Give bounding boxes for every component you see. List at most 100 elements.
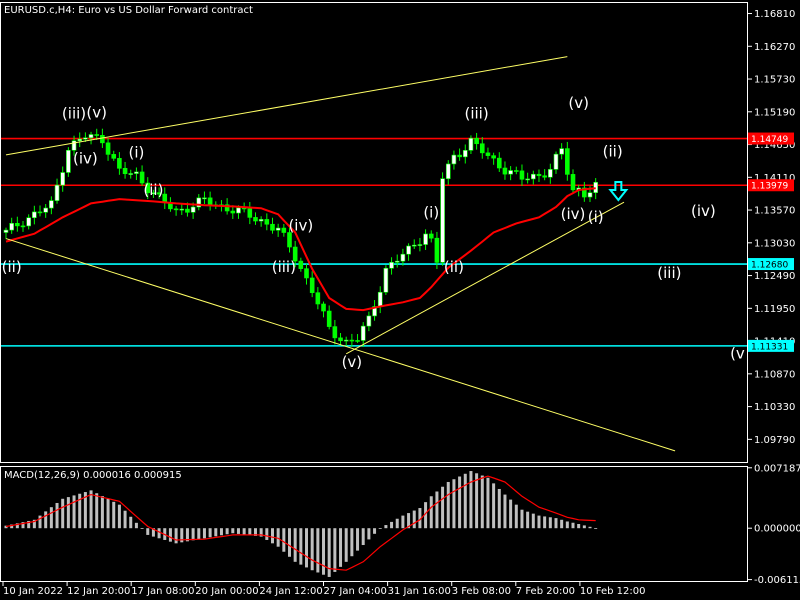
panel-frames [0, 2, 748, 582]
macd-histogram-bar [588, 526, 592, 529]
candle-bear [474, 137, 479, 145]
candle-bear [485, 152, 491, 156]
macd-histogram-bar [117, 504, 121, 529]
macd-histogram-bar [531, 513, 535, 529]
candle-bear [496, 157, 502, 169]
macd-histogram-bar [526, 511, 530, 529]
macd-histogram-bar [236, 528, 240, 534]
macd-histogram-bar [339, 528, 343, 567]
macd-histogram-bar [219, 528, 223, 536]
macd-histogram-bar [401, 515, 405, 529]
y-tick-label: 1.09790 [754, 435, 795, 446]
macd-histogram-bar [446, 481, 450, 529]
candle-bull [60, 172, 66, 186]
candle-bear [479, 143, 485, 154]
candle-bear [315, 292, 321, 305]
candle-bear [321, 303, 326, 312]
macd-histogram-bar [316, 528, 320, 573]
candle-bear [513, 170, 519, 172]
candle-bear [253, 217, 258, 222]
wave-label: (i) [588, 208, 604, 226]
candle-bull [202, 197, 207, 200]
macd-histogram-bar [594, 528, 598, 530]
candle-bull [411, 244, 417, 247]
macd-histogram-bar [327, 528, 331, 577]
candle-bull [190, 206, 196, 213]
x-tick-label: 20 Jan 00:00 [195, 586, 258, 597]
price-panel[interactable]: (ii)(iii) (v)(iv) (i)(ii)(iv)(iii)(v)(i)(i… [0, 56, 748, 452]
x-tick-label: 10 Jan 2022 [3, 586, 63, 597]
macd-histogram-bar [168, 528, 172, 542]
wave-label: (iv) [561, 205, 586, 223]
candle-bull [360, 325, 366, 341]
macd-histogram-bar [497, 488, 501, 529]
macd-histogram-bar [469, 471, 473, 529]
macd-histogram-bar [520, 509, 524, 529]
y-tick-label: 1.11950 [754, 304, 795, 315]
wave-label: (i) [423, 203, 439, 221]
candle-bull [49, 200, 54, 209]
macd-histogram-bar [214, 528, 218, 537]
candle-bear [536, 173, 542, 177]
macd-histogram-bar [112, 501, 116, 529]
candle-bear [309, 277, 315, 293]
candle-bear [122, 168, 128, 175]
macd-histogram-bar [356, 528, 360, 551]
candle-bear [298, 260, 304, 269]
wave-label: (v) [568, 94, 589, 112]
wave-label: (v) [86, 103, 107, 121]
candle-bear [100, 135, 105, 144]
macd-histogram-bar [565, 521, 569, 529]
candle-bull [423, 233, 428, 245]
candle-bull [26, 217, 31, 227]
macd-histogram-bar [282, 528, 286, 552]
trading-chart[interactable]: (ii)(iii) (v)(iv) (i)(ii)(iv)(iii)(v)(i)(i… [0, 0, 800, 600]
macd-histogram-bar [350, 528, 354, 557]
macd-plot-area [4, 471, 598, 577]
macd-histogram-bar [95, 493, 99, 529]
candle-bull [258, 219, 264, 222]
wave-label: (iii) [62, 104, 86, 122]
candle-bull [553, 153, 559, 170]
candle-bull [377, 291, 383, 307]
price-tag-label: 1.14749 [751, 135, 788, 145]
candle-bear [304, 268, 309, 279]
y-tick-label: 1.13570 [754, 206, 795, 217]
macd-histogram-bar [475, 473, 479, 529]
candle-bear [37, 211, 43, 214]
macd-histogram-bar [429, 496, 433, 529]
wave-label: (iv) [691, 202, 716, 220]
price-tag-label: 1.13979 [751, 182, 788, 192]
candle-bear [570, 174, 576, 191]
candle-bear [355, 340, 360, 342]
candle-bull [236, 207, 241, 214]
candle-bear [264, 219, 270, 225]
macd-histogram-bar [537, 515, 541, 529]
macd-tick-label: 0.000000 [754, 524, 800, 535]
macd-histogram-bar [157, 528, 161, 539]
candle-bear [434, 237, 440, 263]
candle-bull [531, 173, 536, 180]
candle-bull [54, 184, 60, 201]
x-tick-label: 17 Jan 08:00 [131, 586, 194, 597]
price-panel-frame [0, 2, 748, 463]
y-tick-label: 1.10870 [754, 369, 795, 380]
candle-bear [20, 225, 26, 228]
macd-histogram-bar [367, 528, 371, 540]
x-tick-label: 7 Feb 20:00 [516, 586, 575, 597]
candle-bull [43, 207, 48, 213]
macd-histogram-bar [140, 528, 144, 530]
macd-histogram-bar [384, 525, 388, 529]
candle-bull [406, 245, 411, 255]
macd-panel[interactable] [4, 471, 598, 577]
candle-bear [247, 208, 253, 218]
candle-bear [326, 310, 332, 327]
candle-bull [468, 137, 474, 151]
candle-bull [383, 267, 389, 293]
macd-histogram-bar [322, 528, 326, 575]
macd-histogram-bar [66, 497, 70, 529]
macd-histogram-bar [463, 473, 467, 529]
macd-histogram-bar [503, 494, 507, 529]
wave-label: (iii) [272, 258, 296, 276]
macd-histogram-bar [486, 477, 490, 529]
